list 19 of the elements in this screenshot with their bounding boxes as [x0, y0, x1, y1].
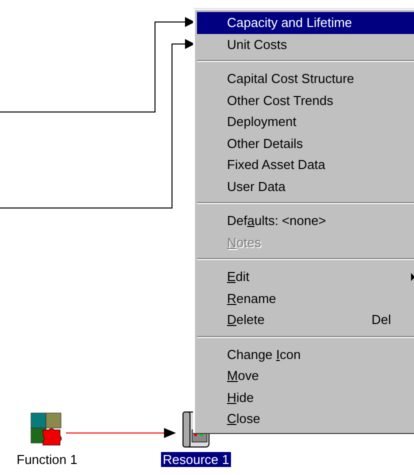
- menu-item[interactable]: Fixed Asset Data: [197, 154, 414, 176]
- menu-item[interactable]: Other Cost Trends: [197, 90, 414, 111]
- menu-item[interactable]: Move: [197, 365, 414, 386]
- puzzle-icon: [30, 412, 64, 446]
- node-label: Function 1: [16, 452, 78, 467]
- menu-item[interactable]: Edit: [197, 266, 414, 288]
- menu-item[interactable]: Close: [197, 408, 414, 430]
- node-label: Resource 1: [160, 452, 232, 467]
- menu-item[interactable]: Other Details: [197, 132, 414, 154]
- menu-item[interactable]: Defaults: <none>: [197, 210, 414, 232]
- menu-item[interactable]: Change Icon: [197, 344, 414, 365]
- menu-item[interactable]: Unit Costs: [197, 34, 414, 55]
- menu-item[interactable]: Rename: [197, 288, 414, 309]
- menu-item[interactable]: Hide: [197, 386, 414, 408]
- menu-item[interactable]: User Data: [197, 176, 414, 197]
- menu-item[interactable]: Capacity and Lifetime: [197, 12, 414, 34]
- menu-item[interactable]: Capital Cost Structure: [197, 68, 414, 90]
- menu-item[interactable]: Delete Del: [197, 309, 414, 330]
- menu-item[interactable]: Deployment: [197, 111, 414, 132]
